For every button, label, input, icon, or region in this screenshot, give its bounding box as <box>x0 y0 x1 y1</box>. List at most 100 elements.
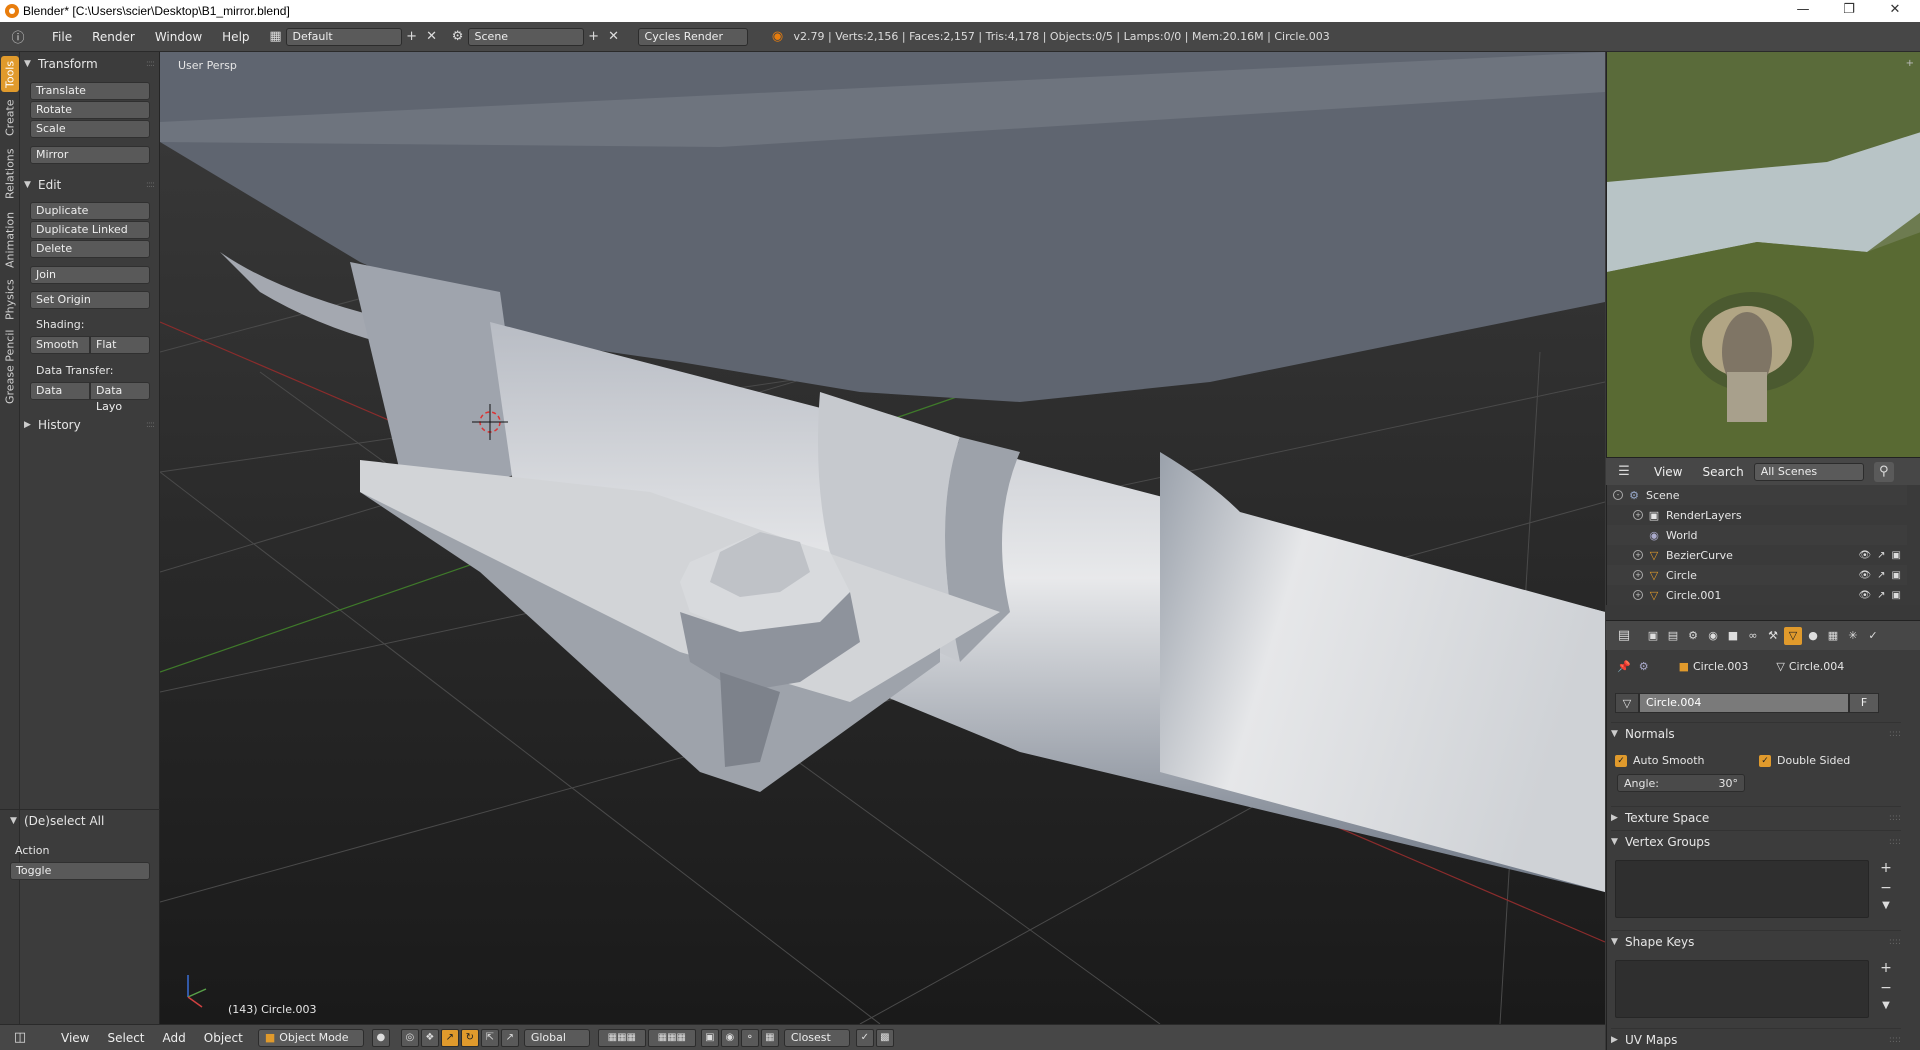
outliner-item-beziercurve[interactable]: + ▽ BezierCurve 👁 ↗ ▣ <box>1607 545 1907 565</box>
eye-icon[interactable]: 👁 <box>1858 590 1871 601</box>
world-tab-icon[interactable]: ◉ <box>1704 627 1722 645</box>
arrow-manipulator-icon[interactable]: ↗ <box>500 1028 519 1047</box>
minimize-icon[interactable]: — <box>1780 0 1826 22</box>
scale-button[interactable]: Scale <box>30 120 150 138</box>
drag-grip-icon[interactable]: :::: <box>146 420 155 430</box>
drag-grip-icon[interactable]: :::: <box>1889 729 1901 739</box>
menu-view[interactable]: View <box>52 1031 98 1045</box>
tab-animation[interactable]: Animation <box>1 208 19 272</box>
tab-grease-pencil[interactable]: Grease Pencil <box>1 328 19 406</box>
eye-icon[interactable]: 👁 <box>1858 550 1871 561</box>
mirror-button[interactable]: Mirror <box>30 146 150 164</box>
expand-icon[interactable]: + <box>1633 550 1643 560</box>
scene-tab-icon[interactable]: ⚙ <box>1684 627 1702 645</box>
drag-grip-icon[interactable]: :::: <box>1889 837 1901 847</box>
orientation-select[interactable]: Global <box>523 1028 590 1047</box>
tab-physics[interactable]: Physics <box>1 278 19 322</box>
render-layers-icon[interactable]: ▦▦▦ <box>647 1028 696 1047</box>
mesh-browse-icon[interactable]: ▽ <box>1615 693 1639 713</box>
menu-select[interactable]: Select <box>98 1031 153 1045</box>
manipulator-toggle-icon[interactable]: ❖ <box>420 1028 439 1047</box>
data-tab-icon[interactable]: ▽ <box>1784 626 1802 645</box>
checkbox-checked-icon[interactable]: ✓ <box>1615 754 1627 767</box>
outliner-menu-view[interactable]: View <box>1644 465 1692 479</box>
add-layout-icon[interactable]: + <box>402 27 422 47</box>
expand-icon[interactable]: + <box>1633 510 1643 520</box>
remove-scene-icon[interactable]: ✕ <box>604 27 624 47</box>
properties-editor-type-icon[interactable]: ▤ <box>1614 626 1634 646</box>
tab-tools[interactable]: Tools <box>1 56 19 92</box>
outliner-item-scene[interactable]: - ⚙ Scene <box>1607 485 1907 505</box>
drag-grip-icon[interactable]: :::: <box>146 180 155 190</box>
expand-icon[interactable]: + <box>1633 590 1643 600</box>
uv-maps-panel-header[interactable]: ▶ UV Maps :::: <box>1611 1028 1901 1050</box>
duplicate-linked-button[interactable]: Duplicate Linked <box>30 221 150 239</box>
auto-smooth-checkbox[interactable]: ✓ Auto Smooth <box>1615 754 1704 767</box>
menu-add[interactable]: Add <box>154 1031 195 1045</box>
render-animation-icon[interactable]: ▩ <box>875 1028 894 1047</box>
drag-grip-icon[interactable]: :::: <box>146 59 155 69</box>
drag-grip-icon[interactable]: :::: <box>1889 937 1901 947</box>
image-editor[interactable]: + <box>1606 52 1920 457</box>
join-button[interactable]: Join <box>30 266 150 284</box>
camera-icon[interactable]: ▣ <box>1892 590 1901 601</box>
modifiers-tab-icon[interactable]: ⚒ <box>1764 627 1782 645</box>
rotate-button[interactable]: Rotate <box>30 101 150 119</box>
render-engine-select[interactable]: Cycles Render <box>637 27 748 46</box>
texture-tab-icon[interactable]: ▦ <box>1824 627 1842 645</box>
tab-relations[interactable]: Relations <box>1 146 19 202</box>
outliner-menu-search[interactable]: Search <box>1692 465 1753 479</box>
proportional-edit-icon[interactable]: ◉ <box>720 1028 739 1047</box>
3d-viewport[interactable]: User Persp (143) Circle.003 <box>160 52 1605 1024</box>
constraints-tab-icon[interactable]: ∞ <box>1744 627 1762 645</box>
outliner-item-world[interactable]: ◉ World <box>1607 525 1907 545</box>
render-tab-icon[interactable]: ▣ <box>1644 627 1662 645</box>
scene-layers-icon[interactable]: ▦▦▦ <box>597 1028 646 1047</box>
eye-icon[interactable]: 👁 <box>1858 570 1871 581</box>
editor-type-icon[interactable]: ◫ <box>10 1028 30 1048</box>
shape-keys-panel-header[interactable]: ▼ Shape Keys :::: <box>1611 930 1901 952</box>
translate-button[interactable]: Translate <box>30 82 150 100</box>
pivot-point-icon[interactable]: ◎ <box>400 1028 419 1047</box>
outliner-editor-type-icon[interactable]: ☰ <box>1614 462 1634 482</box>
mesh-name-field[interactable]: Circle.004 <box>1639 693 1849 713</box>
checkbox-checked-icon[interactable]: ✓ <box>1759 754 1771 767</box>
drag-grip-icon[interactable]: :::: <box>1889 813 1901 823</box>
snap-toggle-icon[interactable]: ⚬ <box>740 1028 759 1047</box>
operator-panel-header[interactable]: ▼ (De)select All <box>10 812 140 830</box>
lock-camera-icon[interactable]: ▣ <box>700 1028 719 1047</box>
flat-button[interactable]: Flat <box>90 336 150 354</box>
camera-icon[interactable]: ▣ <box>1892 570 1901 581</box>
history-panel-header[interactable]: ▶ History :::: <box>24 416 155 434</box>
transform-panel-header[interactable]: ▼ Transform :::: <box>24 55 155 73</box>
screen-layout-icon[interactable]: ▦ <box>266 27 286 47</box>
object-tab-icon[interactable]: ■ <box>1724 627 1742 645</box>
snap-element-icon[interactable]: ▦ <box>760 1028 779 1047</box>
menu-file[interactable]: File <box>42 30 82 44</box>
cursor-icon[interactable]: ↗ <box>1877 570 1885 581</box>
physics-tab-icon[interactable]: ✓ <box>1864 627 1882 645</box>
mode-select[interactable]: ■ Object Mode <box>257 1028 364 1047</box>
add-vertex-group-icon[interactable]: + <box>1877 860 1895 876</box>
delete-button[interactable]: Delete <box>30 240 150 258</box>
area-split-icon[interactable]: + <box>1906 58 1914 69</box>
expand-icon[interactable]: + <box>1633 570 1643 580</box>
material-tab-icon[interactable]: ● <box>1804 627 1822 645</box>
angle-field[interactable]: Angle: 30° <box>1617 774 1745 792</box>
remove-vertex-group-icon[interactable]: − <box>1877 880 1895 896</box>
menu-help[interactable]: Help <box>212 30 259 44</box>
info-editor-type-icon[interactable]: ⓘ <box>8 27 28 47</box>
close-icon[interactable]: ✕ <box>1872 0 1918 22</box>
remove-layout-icon[interactable]: ✕ <box>422 27 442 47</box>
set-origin-button[interactable]: Set Origin <box>30 291 150 309</box>
viewport-shading-icon[interactable]: ● <box>371 1028 390 1047</box>
outliner-display-mode-select[interactable]: All Scenes <box>1753 462 1864 481</box>
menu-window[interactable]: Window <box>145 30 212 44</box>
cursor-icon[interactable]: ↗ <box>1877 550 1885 561</box>
duplicate-button[interactable]: Duplicate <box>30 202 150 220</box>
render-layers-tab-icon[interactable]: ▤ <box>1664 627 1682 645</box>
scale-manipulator-icon[interactable]: ⇱ <box>480 1028 499 1047</box>
search-icon[interactable]: ⚲ <box>1873 461 1894 482</box>
add-shape-key-icon[interactable]: + <box>1877 960 1895 976</box>
vertex-group-specials-icon[interactable]: ▼ <box>1877 900 1895 911</box>
